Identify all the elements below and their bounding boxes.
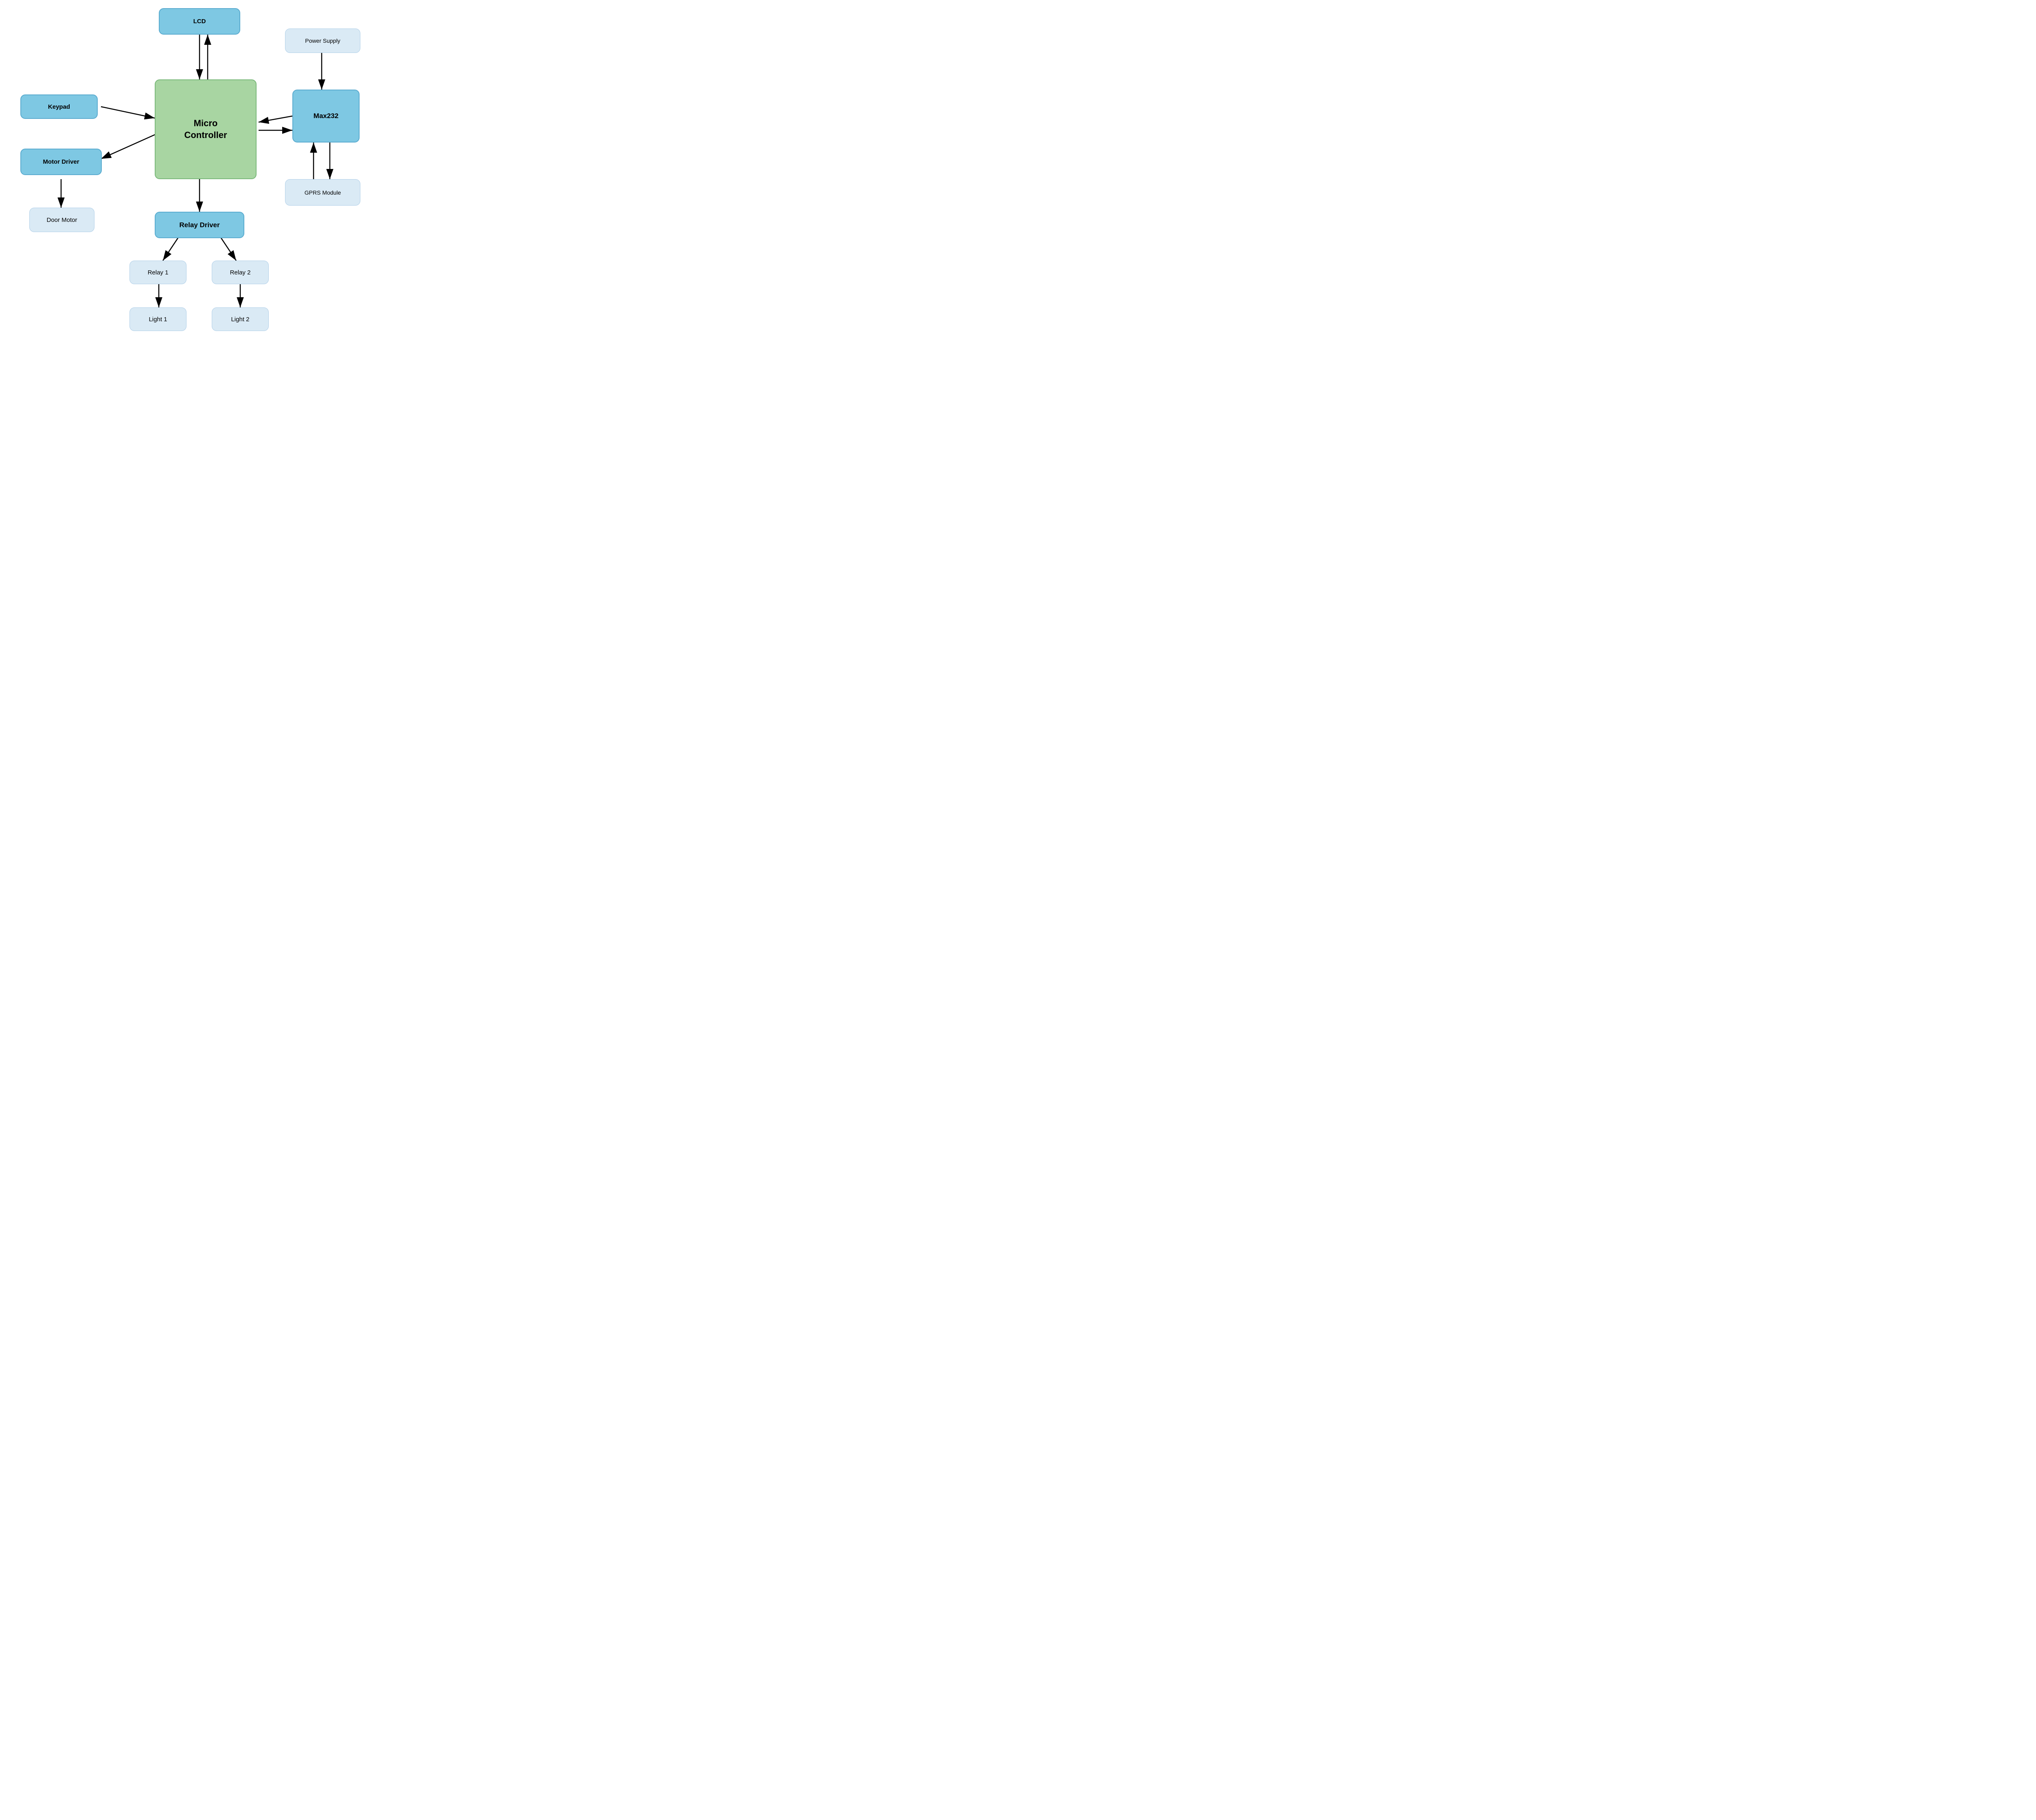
max232-label: Max232 — [314, 112, 338, 120]
gprs-module-box: GPRS Module — [285, 179, 360, 206]
door-motor-box: Door Motor — [29, 208, 94, 232]
gprs-module-label: GPRS Module — [305, 189, 341, 196]
keypad-box: Keypad — [20, 94, 98, 119]
light1-box: Light 1 — [129, 307, 186, 331]
relay1-box: Relay 1 — [129, 261, 186, 284]
lcd-label: LCD — [193, 18, 206, 25]
keypad-label: Keypad — [48, 103, 70, 110]
door-motor-label: Door Motor — [46, 217, 77, 224]
max232-box: Max232 — [292, 90, 360, 143]
relay2-box: Relay 2 — [212, 261, 269, 284]
light2-box: Light 2 — [212, 307, 269, 331]
power-supply-box: Power Supply — [285, 29, 360, 53]
microcontroller-box: Micro Controller — [155, 79, 257, 179]
relay2-label: Relay 2 — [230, 269, 251, 276]
lcd-box: LCD — [159, 8, 240, 35]
light1-label: Light 1 — [149, 316, 167, 323]
motor-driver-box: Motor Driver — [20, 149, 102, 175]
power-supply-label: Power Supply — [305, 37, 340, 44]
microcontroller-label: Micro Controller — [184, 118, 227, 141]
relay-driver-box: Relay Driver — [155, 212, 244, 238]
diagram-container: LCD Keypad Micro Controller Motor Driver… — [0, 0, 407, 364]
light2-label: Light 2 — [231, 316, 249, 323]
relay1-label: Relay 1 — [148, 269, 169, 276]
relay-driver-label: Relay Driver — [179, 221, 219, 229]
motor-driver-label: Motor Driver — [43, 158, 79, 165]
